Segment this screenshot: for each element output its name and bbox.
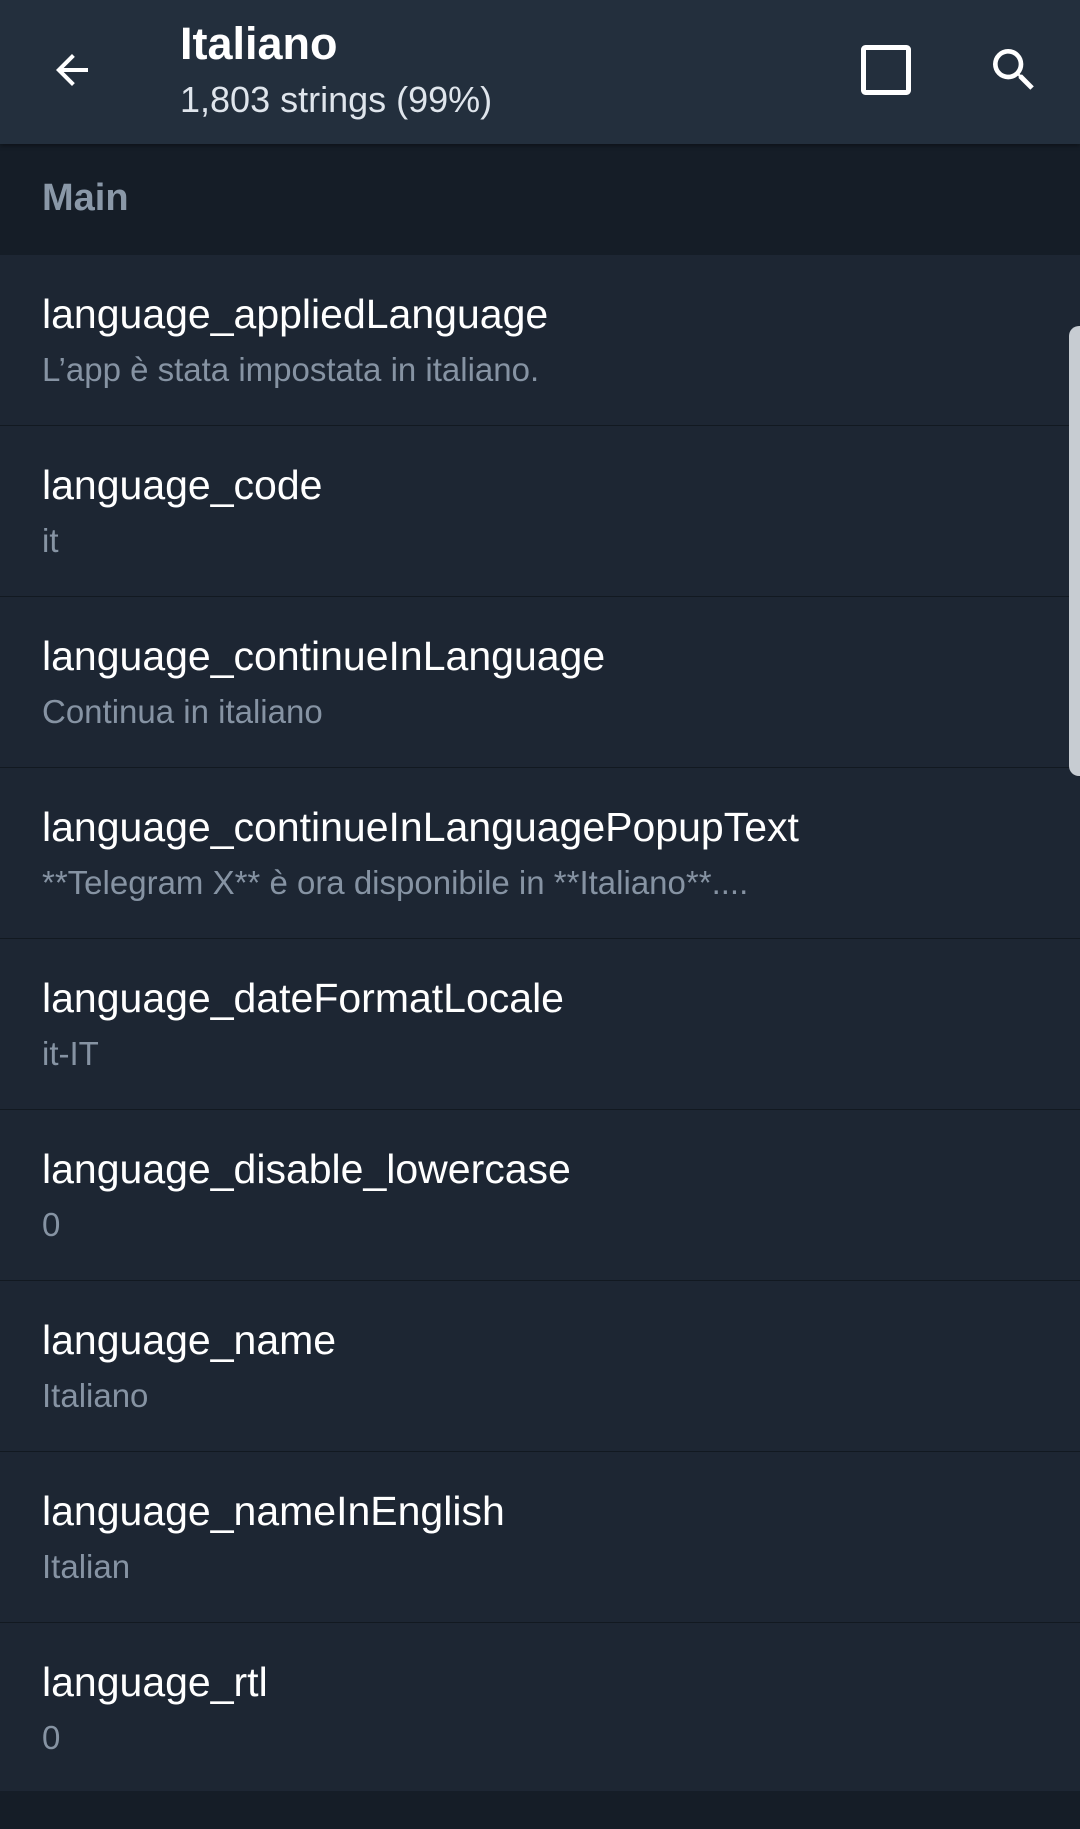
- string-value: **Telegram X** è ora disponibile in **It…: [42, 864, 749, 901]
- app-bar: Italiano 1,803 strings (99%): [0, 0, 1080, 144]
- square-outline-icon: [861, 45, 911, 95]
- list-item[interactable]: language_continueInLanguagePopupText **T…: [0, 768, 1080, 939]
- arrow-back-icon: [56, 54, 88, 86]
- page-title: Italiano: [180, 18, 338, 69]
- string-value: it: [42, 522, 59, 559]
- square-button[interactable]: [846, 30, 926, 110]
- back-button[interactable]: [28, 22, 116, 118]
- string-value: L’app è stata impostata in italiano.: [42, 351, 540, 388]
- page-subtitle: 1,803 strings (99%): [180, 79, 493, 120]
- section-header: Main: [0, 144, 1080, 255]
- list-item[interactable]: language_appliedLanguage L’app è stata i…: [0, 255, 1080, 426]
- string-key: language_dateFormatLocale: [42, 975, 564, 1021]
- strings-list: language_appliedLanguage L’app è stata i…: [0, 255, 1080, 1794]
- string-key: language_nameInEnglish: [42, 1488, 505, 1534]
- scrollbar[interactable]: [1069, 326, 1080, 776]
- string-value: Italiano: [42, 1377, 149, 1414]
- string-key: language_continueInLanguagePopupText: [42, 804, 799, 850]
- string-value: Continua in italiano: [42, 693, 323, 730]
- string-key: language_code: [42, 462, 323, 508]
- search-button[interactable]: [974, 30, 1054, 110]
- list-item[interactable]: language_name Italiano: [0, 1281, 1080, 1452]
- string-value: Italian: [42, 1548, 131, 1585]
- section-title: Main: [42, 177, 129, 219]
- title-block: Italiano 1,803 strings (99%): [180, 14, 492, 124]
- list-item[interactable]: language_nameInEnglish Italian: [0, 1452, 1080, 1623]
- string-key: language_disable_lowercase: [42, 1146, 571, 1192]
- string-key: language_appliedLanguage: [42, 291, 549, 337]
- list-item[interactable]: language_rtl 0: [0, 1623, 1080, 1794]
- section-footer: [0, 1791, 1080, 1829]
- list-item[interactable]: language_continueInLanguage Continua in …: [0, 597, 1080, 768]
- string-value: it-IT: [42, 1035, 99, 1072]
- search-icon: [993, 49, 1034, 90]
- list-item[interactable]: language_disable_lowercase 0: [0, 1110, 1080, 1281]
- string-value: 0: [42, 1206, 61, 1243]
- string-key: language_rtl: [42, 1659, 268, 1705]
- string-key: language_name: [42, 1317, 337, 1363]
- string-value: 0: [42, 1719, 61, 1756]
- string-key: language_continueInLanguage: [42, 633, 606, 679]
- list-item[interactable]: language_dateFormatLocale it-IT: [0, 939, 1080, 1110]
- list-item[interactable]: language_code it: [0, 426, 1080, 597]
